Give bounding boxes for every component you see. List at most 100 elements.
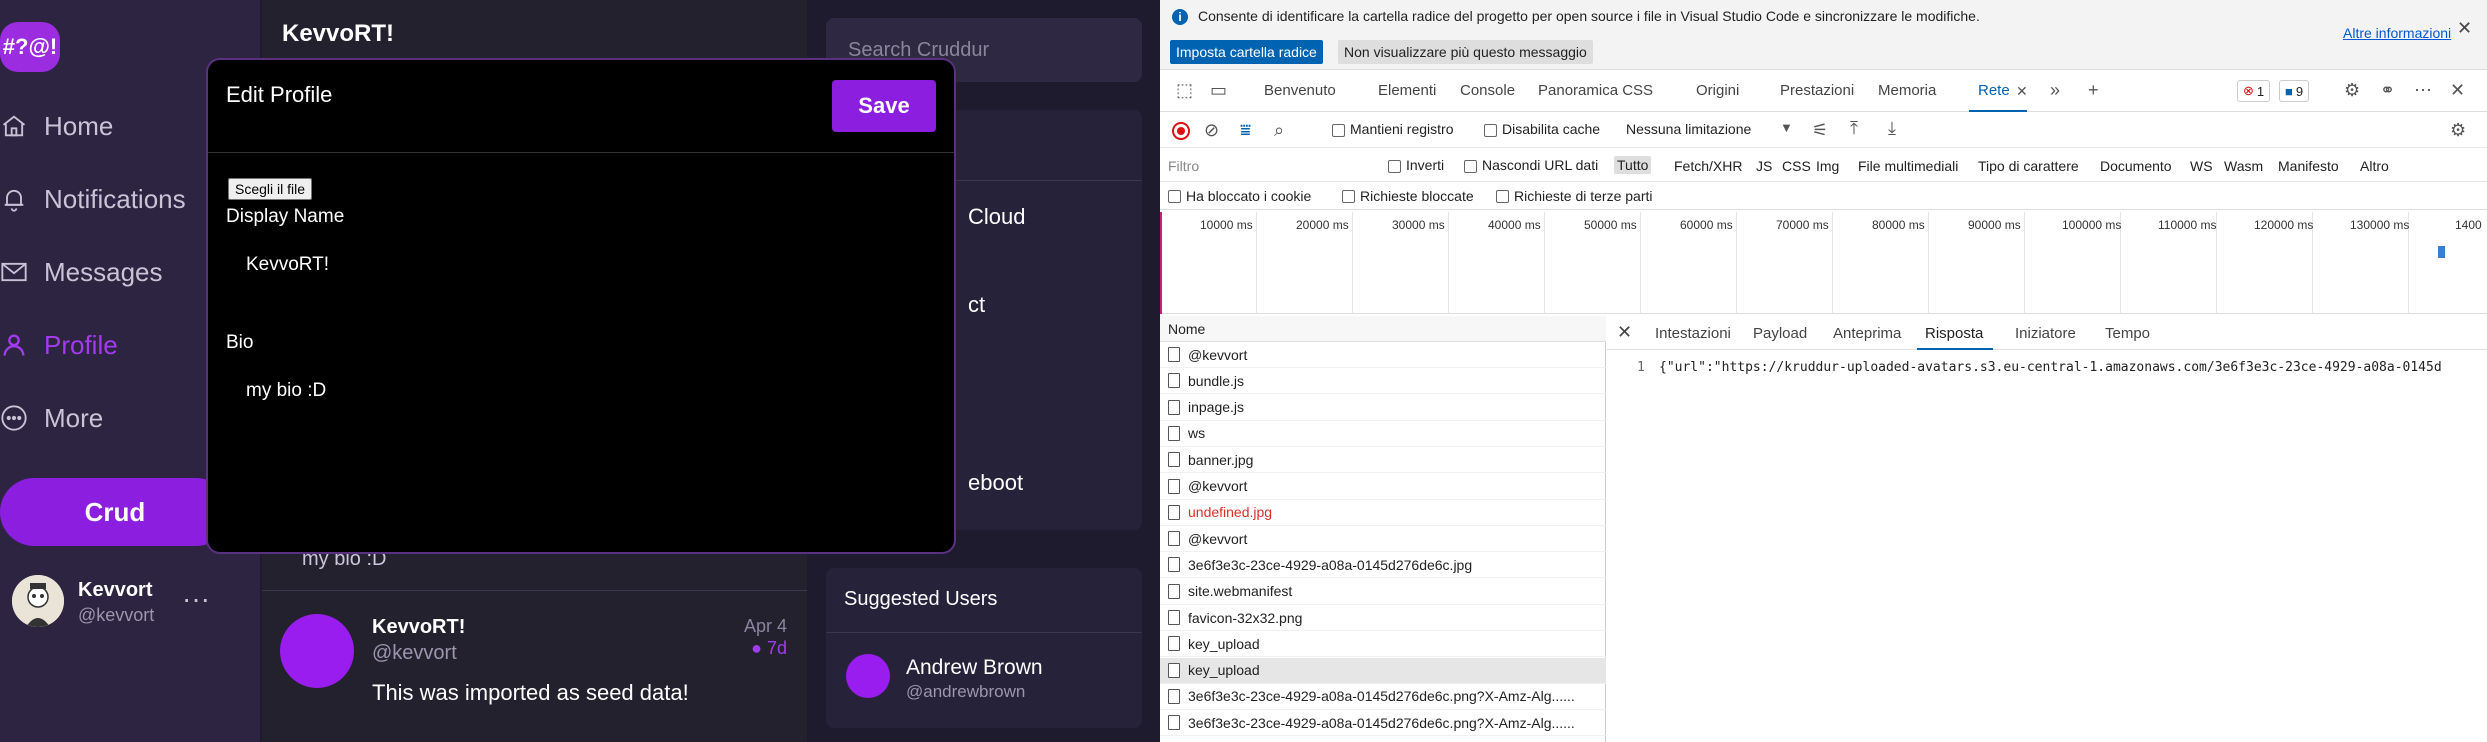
display-name-field[interactable]: KevvoRT! [246, 254, 329, 276]
request-row[interactable]: site.webmanifest [1160, 579, 1606, 605]
filter-type-doc[interactable]: Documento [2100, 158, 2172, 174]
tab-intestazioni[interactable]: Intestazioni [1655, 325, 1731, 342]
network-timeline[interactable]: 10000 ms 20000 ms 30000 ms 40000 ms 5000… [1160, 212, 2487, 314]
connect-icon[interactable]: ⚭ [2380, 80, 2395, 101]
close-icon[interactable]: ✕ [1617, 322, 1632, 343]
nav-item-notifications[interactable]: Notifications [0, 174, 186, 224]
blocked-requests-checkbox[interactable] [1342, 190, 1355, 203]
filter-type-ws[interactable]: WS [2190, 158, 2213, 174]
tab-benvenuto[interactable]: Benvenuto [1264, 82, 1336, 99]
network-conditions-icon[interactable]: ⚟ [1812, 120, 1828, 141]
request-row[interactable]: 3e6f3e3c-23ce-4929-a08a-0145d276de6c.png… [1160, 710, 1606, 737]
tab-origini[interactable]: Origini [1696, 82, 1739, 99]
request-row[interactable]: bundle.js [1160, 368, 1606, 395]
download-icon[interactable]: ⤓ [1888, 118, 1896, 139]
preserve-log-checkbox[interactable] [1332, 124, 1345, 137]
request-row[interactable]: undefined.jpg [1160, 500, 1606, 526]
tab-panoramica-css[interactable]: Panoramica CSS [1538, 82, 1653, 99]
request-row[interactable]: favicon-32x32.png [1160, 605, 1606, 631]
nav-item-home[interactable]: Home [0, 101, 113, 151]
tab-tempo[interactable]: Tempo [2105, 325, 2150, 342]
request-row[interactable]: 3e6f3e3c-23ce-4929-a08a-0145d276de6c.jpg [1160, 552, 1606, 579]
request-row[interactable]: 3e6f3e3c-23ce-4929-a08a-0145d276de6c.png… [1160, 684, 1606, 710]
close-icon[interactable]: ✕ [2457, 18, 2472, 39]
nav-item-messages[interactable]: Messages [0, 247, 163, 297]
request-row[interactable]: key_upload [1160, 657, 1606, 684]
add-tab-icon[interactable]: + [2088, 80, 2099, 101]
set-root-folder-button[interactable]: Imposta cartella radice [1170, 40, 1323, 64]
trend-item[interactable]: ct [968, 292, 985, 318]
filter-type-manifest[interactable]: Manifesto [2278, 158, 2339, 174]
filter-type-css[interactable]: CSS [1782, 158, 1811, 174]
bio-field[interactable]: my bio :D [246, 380, 326, 402]
avatar-file-input[interactable]: Scegli il file [228, 178, 313, 200]
request-row[interactable]: @kevvort [1160, 474, 1606, 500]
trend-item[interactable]: Cloud [968, 204, 1025, 230]
tab-rete[interactable]: Rete [1978, 82, 2010, 99]
hide-data-urls-checkbox[interactable] [1464, 160, 1477, 173]
tab-console[interactable]: Console [1460, 82, 1515, 99]
disable-cache-checkbox[interactable] [1484, 124, 1497, 137]
throttling-select[interactable]: Nessuna limitazione [1626, 121, 1751, 137]
request-row[interactable]: ws [1160, 421, 1606, 447]
filter-type-all[interactable]: Tutto [1614, 156, 1652, 174]
close-devtools-icon[interactable]: ✕ [2450, 80, 2465, 101]
name-column-header[interactable]: Nome [1160, 316, 1606, 342]
suggested-user-name[interactable]: Andrew Brown [906, 656, 1043, 680]
third-party-checkbox[interactable] [1496, 190, 1509, 203]
filter-type-js[interactable]: JS [1756, 158, 1772, 174]
post-avatar[interactable] [280, 614, 354, 688]
tab-risposta[interactable]: Risposta [1925, 325, 1983, 342]
filter-icon[interactable]: ⩸ [1240, 120, 1251, 141]
device-toolbar-icon[interactable]: ▭ [1210, 80, 1227, 101]
invert-checkbox[interactable] [1388, 160, 1401, 173]
dont-show-again-button[interactable]: Non visualizzare più questo messaggio [1338, 40, 1593, 64]
app-logo[interactable]: #?@! [0, 22, 60, 72]
account-more-icon[interactable]: ··· [182, 583, 210, 615]
nav-item-profile[interactable]: Profile [0, 320, 118, 370]
tab-elementi[interactable]: Elementi [1378, 82, 1436, 99]
crud-button[interactable]: Crud [0, 478, 230, 546]
filter-type-media[interactable]: File multimediali [1858, 158, 1958, 174]
tab-memoria[interactable]: Memoria [1878, 82, 1936, 99]
close-tab-icon[interactable]: ✕ [2016, 83, 2028, 100]
clear-icon[interactable]: ⊘ [1204, 120, 1219, 141]
network-settings-icon[interactable]: ⚙ [2450, 120, 2466, 141]
response-body[interactable]: {"url":"https://kruddur-uploaded-avatars… [1659, 360, 2442, 375]
request-row[interactable]: banner.jpg [1160, 447, 1606, 474]
filter-type-img[interactable]: Img [1816, 158, 1839, 174]
record-icon[interactable] [1172, 122, 1190, 140]
tab-anteprima[interactable]: Anteprima [1833, 325, 1901, 342]
request-row[interactable]: @kevvort [1160, 342, 1606, 368]
nav-item-more[interactable]: More [0, 393, 103, 443]
filter-type-fetch-xhr[interactable]: Fetch/XHR [1674, 158, 1742, 174]
error-count-badge[interactable]: ⊗ 1 [2237, 80, 2271, 102]
avatar[interactable] [846, 654, 890, 698]
tab-payload[interactable]: Payload [1753, 325, 1807, 342]
settings-icon[interactable]: ⚙ [2344, 80, 2360, 101]
inspect-icon[interactable]: ⬚ [1176, 80, 1193, 101]
filter-input[interactable]: Filtro [1166, 154, 1362, 178]
more-tabs-icon[interactable]: » [2050, 80, 2060, 101]
account-card[interactable]: Kevvort @kevvort ··· [12, 575, 252, 635]
upload-icon[interactable]: ⤒ [1850, 118, 1858, 139]
file-icon [1168, 504, 1180, 520]
trend-item[interactable]: eboot [968, 470, 1023, 496]
save-button[interactable]: Save [832, 80, 936, 132]
issues-count-badge[interactable]: ■ 9 [2279, 80, 2310, 102]
filter-type-font[interactable]: Tipo di carattere [1978, 158, 2079, 174]
search-icon[interactable]: ⌕ [1274, 120, 1284, 141]
tab-prestazioni[interactable]: Prestazioni [1780, 82, 1854, 99]
file-icon [1168, 610, 1180, 625]
tab-iniziatore[interactable]: Iniziatore [2015, 325, 2076, 342]
blocked-cookies-checkbox[interactable] [1168, 190, 1181, 203]
request-row[interactable]: @kevvort [1160, 526, 1606, 553]
filter-type-other[interactable]: Altro [2360, 158, 2389, 174]
filter-type-wasm[interactable]: Wasm [2224, 158, 2263, 174]
request-row[interactable]: inpage.js [1160, 395, 1606, 421]
learn-more-link[interactable]: Altre informazioni [2343, 25, 2451, 41]
more-options-icon[interactable]: ⋯ [2414, 80, 2432, 101]
request-row[interactable]: key_upload [1160, 631, 1606, 658]
post-item[interactable]: KevvoRT! @kevvort Apr 4 ● 7d This was im… [262, 600, 807, 742]
chevron-down-icon[interactable]: ▼ [1780, 120, 1793, 135]
